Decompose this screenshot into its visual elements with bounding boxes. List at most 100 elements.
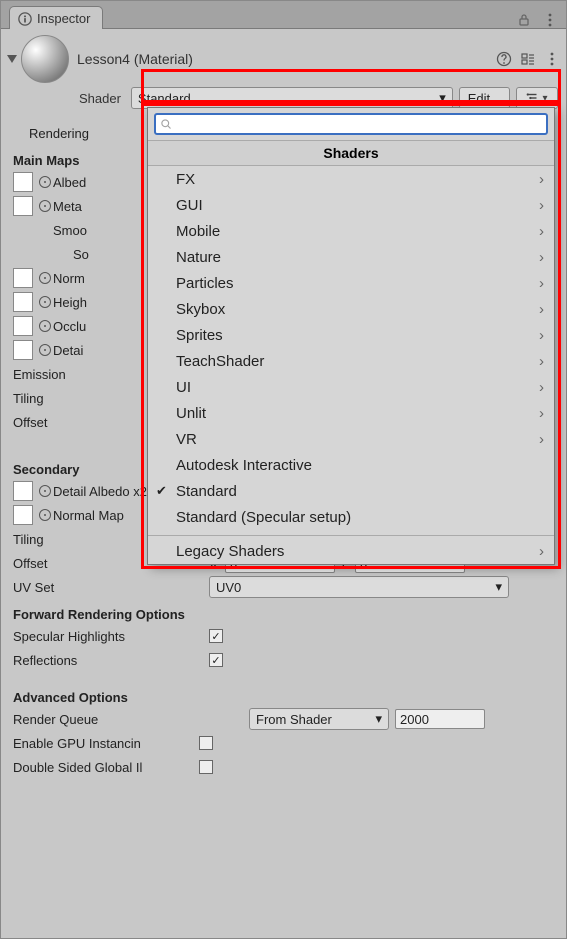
chevron-right-icon: › [539,275,544,292]
uvset-dropdown[interactable]: UV0 ▾ [209,576,509,598]
shader-item[interactable]: Particles › [148,270,554,296]
shader-popup-heading: Shaders [148,141,554,166]
shader-item[interactable]: FX › [148,166,554,192]
inspector-tab[interactable]: Inspector [9,6,103,29]
shader-item-label: Legacy Shaders [176,543,284,560]
shader-item-label: VR [176,431,197,448]
shader-item-label: Autodesk Interactive [176,457,312,474]
help-icon[interactable] [496,51,512,67]
height-texture-slot[interactable] [13,292,33,312]
kebab-icon[interactable] [542,12,558,28]
shader-item-label: TeachShader [176,353,264,370]
shader-value: Standard [138,91,191,106]
double-sided-checkbox[interactable] [199,760,213,774]
shader-dropdown[interactable]: Standard ▾ [131,87,453,109]
chevron-right-icon: › [539,379,544,396]
shader-item-label: Particles [176,275,234,292]
detail-albedo-texture-slot[interactable] [13,481,33,501]
height-picker-icon[interactable] [39,296,51,308]
detail-albedo-picker-icon[interactable] [39,485,51,497]
shader-item[interactable]: UI› [148,374,554,400]
reflections-label: Reflections [13,653,209,668]
hierarchy-menu-button[interactable]: ▾ [516,87,558,109]
chevron-right-icon: › [539,327,544,344]
search-icon [160,118,172,130]
render-queue-field[interactable] [395,709,485,729]
normal-texture-slot[interactable] [13,268,33,288]
shader-search-box[interactable] [154,113,548,135]
chevron-down-icon: ▾ [439,90,446,106]
shader-search-input[interactable] [176,116,542,133]
shader-item[interactable]: Sprites › [148,322,554,348]
divider [148,535,554,536]
normal-picker-icon[interactable] [39,272,51,284]
shader-item-label: Sprites [176,327,223,344]
detail-texture-slot[interactable] [13,340,33,360]
kebab-icon[interactable] [544,51,560,67]
occlusion-picker-icon[interactable] [39,320,51,332]
advanced-options-heading: Advanced Options [13,690,554,705]
shader-item[interactable]: GUI › [148,192,554,218]
preset-icon[interactable] [520,51,536,67]
shader-item-label: Nature [176,249,221,266]
chevron-right-icon: › [539,223,544,240]
shader-item-label: Unlit [176,405,206,422]
forward-rendering-heading: Forward Rendering Options [13,607,554,622]
chevron-down-icon: ▾ [495,579,502,595]
lock-icon[interactable] [516,12,532,28]
shader-item-label: Standard (Specular setup) [176,509,351,526]
shader-item[interactable]: Nature› [148,244,554,270]
chevron-right-icon: › [539,431,544,448]
normal-map-picker-icon[interactable] [39,509,51,521]
shader-popup-items: FX›GUI›Mobile›Nature›Particles›Skybox›Sp… [148,166,554,533]
chevron-right-icon: › [539,543,544,560]
specular-highlights-label: Specular Highlights [13,629,209,644]
shader-item[interactable]: Skybox › [148,296,554,322]
shader-search-wrap [148,108,554,141]
info-icon [18,12,32,26]
albedo-texture-slot[interactable] [13,172,33,192]
shader-item-label: Standard [176,483,237,500]
metallic-picker-icon[interactable] [39,200,51,212]
shader-popup: Shaders FX›GUI›Mobile›Nature›Particles›S… [147,107,555,565]
material-preview-sphere[interactable] [21,35,69,83]
detail-picker-icon[interactable] [39,344,51,356]
shader-item-label: Mobile [176,223,220,240]
render-queue-label: Render Queue [13,712,249,727]
shader-item[interactable]: Standard [148,478,554,504]
reflections-checkbox[interactable]: ✓ [209,653,223,667]
inspector-window: Inspector Lesson4 (Material) [0,0,567,939]
shader-item[interactable]: Standard (Specular setup) [148,504,554,530]
gpu-instancing-checkbox[interactable] [199,736,213,750]
shader-item-label: Skybox [176,301,225,318]
render-queue-dropdown[interactable]: From Shader ▾ [249,708,389,730]
normal-map-texture-slot[interactable] [13,505,33,525]
metallic-texture-slot[interactable] [13,196,33,216]
shader-item[interactable]: Autodesk Interactive [148,452,554,478]
chevron-right-icon: › [539,301,544,318]
shader-item[interactable]: Unlit› [148,400,554,426]
uvset-label: UV Set [13,580,209,595]
specular-highlights-checkbox[interactable]: ✓ [209,629,223,643]
render-queue-mode: From Shader [256,712,332,727]
material-header: Lesson4 (Material) [1,29,566,83]
shader-item[interactable]: Mobile › [148,218,554,244]
shader-item-legacy[interactable]: Legacy Shaders › [148,538,554,564]
material-name: Lesson4 (Material) [77,51,496,67]
edit-button[interactable]: Edit... [459,87,510,109]
tab-bar: Inspector [1,1,566,29]
chevron-right-icon: › [539,197,544,214]
albedo-picker-icon[interactable] [39,176,51,188]
gpu-instancing-label: Enable GPU Instancin [13,736,199,751]
tab-title: Inspector [37,11,90,26]
occlusion-texture-slot[interactable] [13,316,33,336]
hierarchy-icon [526,91,540,105]
shader-item-label: FX [176,171,195,188]
shader-label: Shader [79,91,121,106]
shader-item[interactable]: VR › [148,426,554,452]
uvset-value: UV0 [216,580,241,595]
shader-item-label: GUI [176,197,203,214]
shader-item[interactable]: TeachShader› [148,348,554,374]
fold-arrow-icon[interactable] [7,55,17,63]
chevron-right-icon: › [539,171,544,188]
